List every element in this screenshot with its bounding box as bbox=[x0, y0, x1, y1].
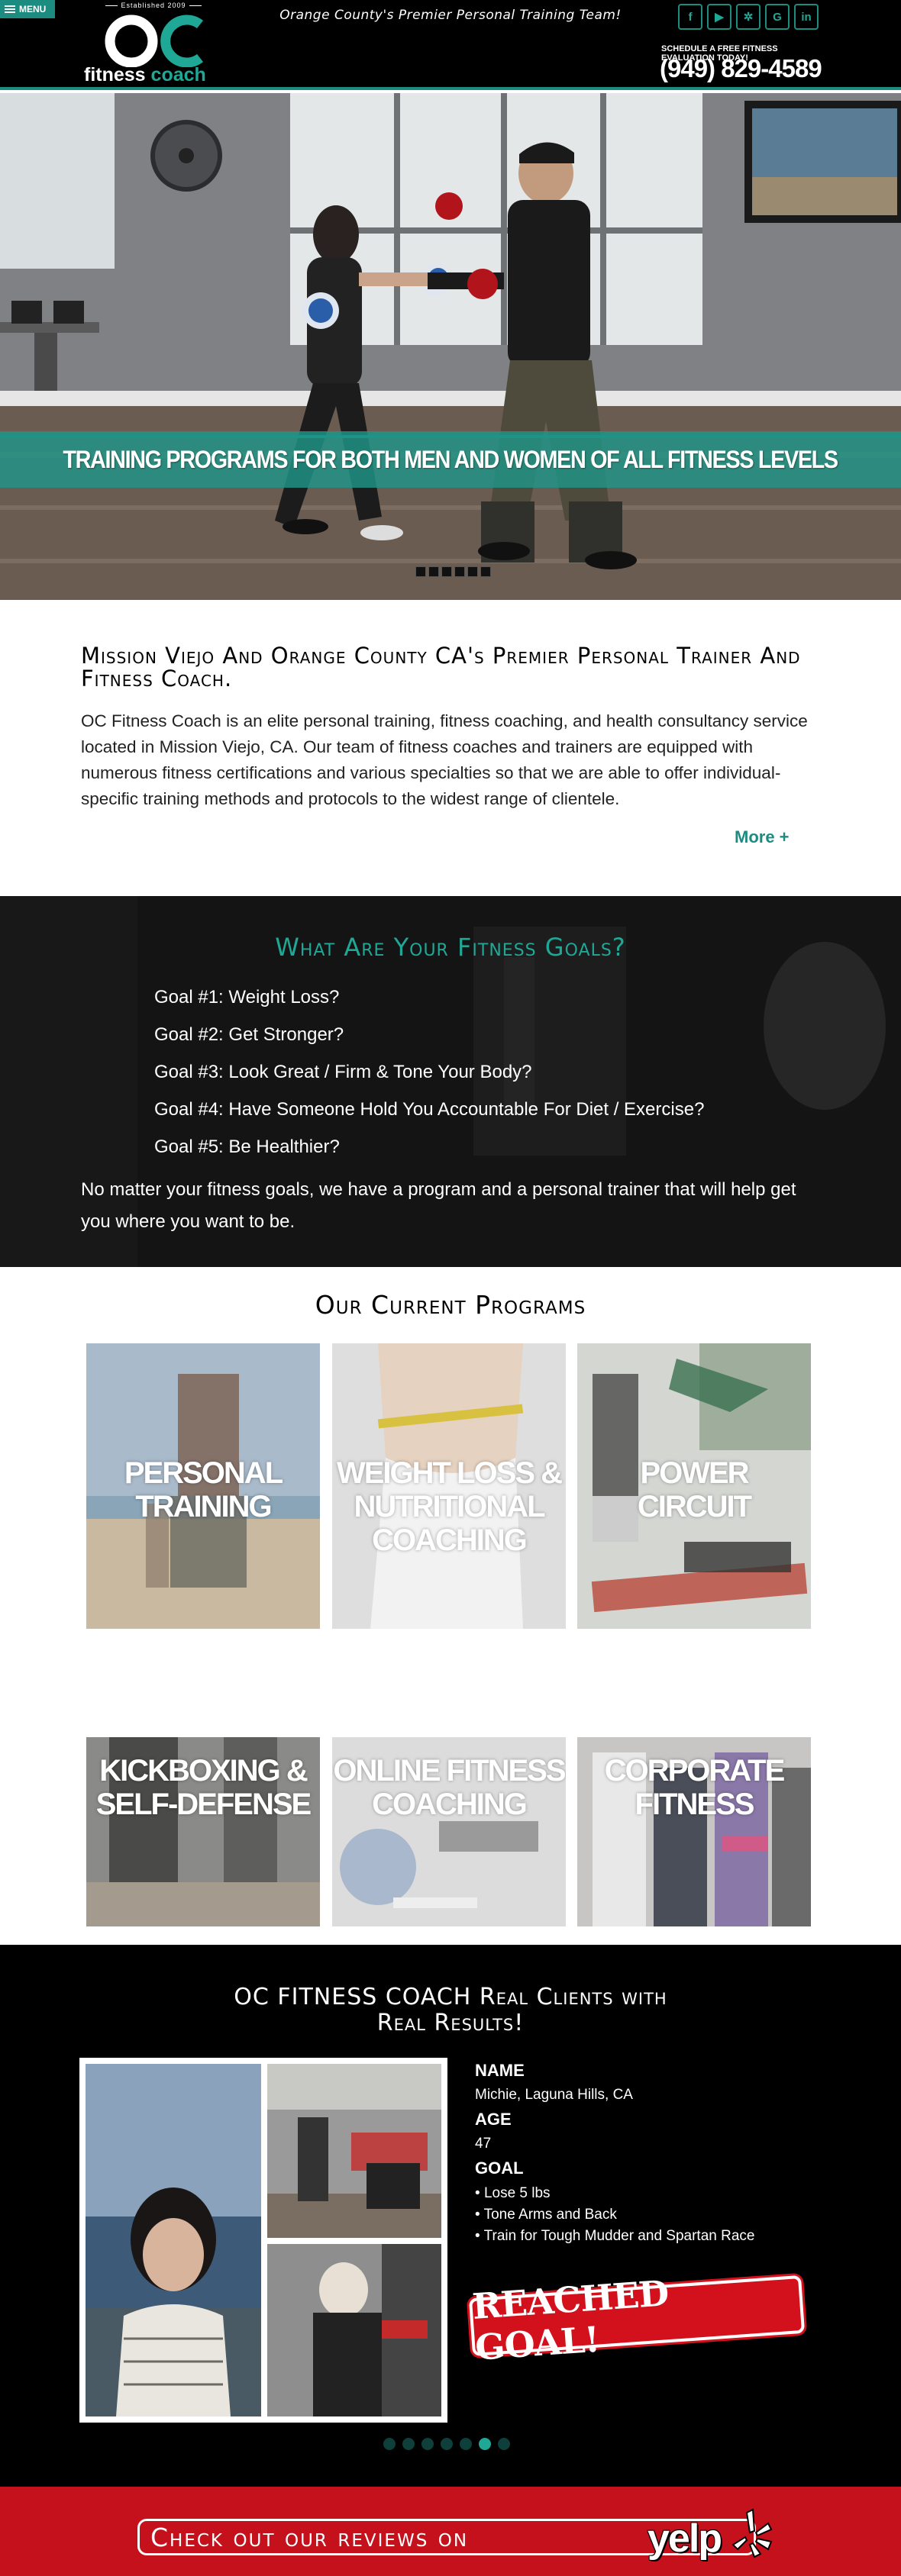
goals-list: Goal #1: Weight Loss? Goal #2: Get Stron… bbox=[154, 978, 704, 1165]
logo-wordmark: fitness coach bbox=[84, 64, 229, 86]
intro-heading: Mission Viejo And Orange County CA's Pre… bbox=[81, 643, 801, 692]
client-goal-item: Lose 5 lbs bbox=[475, 2183, 811, 2204]
intro-body: OC Fitness Coach is an elite personal tr… bbox=[81, 711, 808, 808]
yelp-logo-word: yelp bbox=[647, 2516, 722, 2561]
programs-section: Our Current Programs PERSONAL TRAINING W… bbox=[0, 1267, 901, 1945]
hero-slide-dot[interactable] bbox=[441, 566, 452, 577]
logo-word-coach: coach bbox=[145, 64, 206, 85]
program-tile-kickboxing[interactable]: KICKBOXING & SELF-DEFENSE bbox=[86, 1737, 320, 1926]
hamburger-icon bbox=[5, 4, 15, 15]
intro-section: Mission Viejo And Orange County CA's Pre… bbox=[0, 600, 901, 896]
programs-heading: Our Current Programs bbox=[315, 1290, 586, 1320]
program-tile-label: POWER CIRCUIT bbox=[637, 1456, 752, 1523]
program-tile-label: CORPORATE FITNESS bbox=[604, 1754, 786, 1821]
client-name-label: NAME bbox=[475, 2061, 525, 2080]
google-plus-icon[interactable]: G bbox=[765, 4, 790, 30]
phone-number[interactable]: (949) 829-4589 bbox=[660, 54, 828, 83]
hero-slide-dot[interactable] bbox=[480, 566, 491, 577]
goal-item: Goal #3: Look Great / Firm & Tone Your B… bbox=[154, 1062, 532, 1082]
logo-word-fitness: fitness bbox=[84, 64, 146, 85]
hero-slider: TRAINING PROGRAMS FOR BOTH MEN AND WOMEN… bbox=[0, 93, 901, 600]
client-name-value: Michie, Laguna Hills, CA bbox=[475, 2087, 633, 2103]
yelp-logo: yelp bbox=[647, 2508, 773, 2568]
reached-goal-text: REACHED GOAL! bbox=[470, 2272, 670, 2368]
logo-established: Established 2009 bbox=[96, 2, 211, 9]
hero-slide-dot[interactable] bbox=[428, 566, 439, 577]
program-tile-label: KICKBOXING & SELF-DEFENSE bbox=[95, 1754, 312, 1821]
hero-slide-dot[interactable] bbox=[415, 566, 426, 577]
hero-slide-dot[interactable] bbox=[467, 566, 478, 577]
client-workout-photo-1 bbox=[267, 2064, 441, 2238]
results-slide-dot-active[interactable] bbox=[479, 2438, 491, 2450]
youtube-icon[interactable]: ▶ bbox=[707, 4, 731, 30]
results-heading-line1: OC FITNESS COACH Real Clients with bbox=[234, 1984, 667, 2010]
client-info: NAME Michie, Laguna Hills, CA AGE 47 GOA… bbox=[475, 2055, 811, 2247]
program-tile-power-circuit[interactable]: POWER CIRCUIT bbox=[577, 1343, 811, 1629]
client-goal-item: Train for Tough Mudder and Spartan Race bbox=[475, 2226, 811, 2247]
tagline: Orange County's Premier Personal Trainin… bbox=[279, 8, 622, 23]
social-links: f ▶ ✲ G in bbox=[678, 4, 819, 30]
goals-closing: No matter your fitness goals, we have a … bbox=[81, 1179, 796, 1232]
yelp-reviews-banner[interactable]: Check out our reviews on yelp bbox=[0, 2487, 901, 2576]
results-slide-indicators bbox=[383, 2438, 510, 2450]
results-slide-dot[interactable] bbox=[383, 2438, 396, 2450]
client-goal-label: GOAL bbox=[475, 2158, 524, 2178]
goal-item: Goal #2: Get Stronger? bbox=[154, 1024, 344, 1045]
page: MENU Established 2009 fitness coach Oran… bbox=[0, 0, 901, 2576]
goal-item: Goal #4: Have Someone Hold You Accountab… bbox=[154, 1099, 705, 1120]
site-header: MENU Established 2009 fitness coach Oran… bbox=[0, 0, 901, 90]
results-section: OC FITNESS COACH Real Clients with Real … bbox=[0, 1945, 901, 2487]
results-slide-dot[interactable] bbox=[421, 2438, 434, 2450]
reached-goal-stamp: REACHED GOAL! bbox=[468, 2272, 806, 2368]
goal-item: Goal #5: Be Healthier? bbox=[154, 1136, 340, 1157]
more-link[interactable]: More + bbox=[735, 827, 790, 847]
client-age-label: AGE bbox=[475, 2110, 512, 2129]
program-tile-weight-loss[interactable]: WEIGHT LOSS & NUTRITIONAL COACHING bbox=[332, 1343, 566, 1629]
client-goal-item: Tone Arms and Back bbox=[475, 2204, 811, 2226]
program-tile-label: ONLINE FITNESS COACHING bbox=[333, 1754, 566, 1821]
results-heading: OC FITNESS COACH Real Clients with Real … bbox=[0, 1984, 901, 2036]
program-tile-personal-training[interactable]: PERSONAL TRAINING bbox=[86, 1343, 320, 1629]
program-tile-corporate-fitness[interactable]: CORPORATE FITNESS bbox=[577, 1737, 811, 1926]
program-tile-label: WEIGHT LOSS & NUTRITIONAL COACHING bbox=[337, 1456, 563, 1557]
client-portrait-photo bbox=[86, 2064, 261, 2416]
hero-slide-indicators bbox=[415, 566, 491, 577]
program-tile-label: PERSONAL TRAINING bbox=[124, 1456, 283, 1523]
yelp-burst-icon bbox=[731, 2508, 773, 2558]
hero-slide-dot[interactable] bbox=[454, 566, 465, 577]
results-slide-dot[interactable] bbox=[460, 2438, 472, 2450]
client-goal-list: Lose 5 lbs Tone Arms and Back Train for … bbox=[475, 2183, 811, 2247]
linkedin-icon[interactable]: in bbox=[794, 4, 819, 30]
yelp-small-icon[interactable]: ✲ bbox=[736, 4, 761, 30]
client-workout-photo-2 bbox=[267, 2244, 441, 2416]
goals-heading: What Are Your Fitness Goals? bbox=[275, 933, 626, 962]
client-age-value: 47 bbox=[475, 2136, 492, 2152]
oc-logo-mark bbox=[105, 15, 204, 67]
client-photo-collage bbox=[79, 2058, 447, 2423]
facebook-icon[interactable]: f bbox=[678, 4, 702, 30]
hero-banner-text: TRAINING PROGRAMS FOR BOTH MEN AND WOMEN… bbox=[63, 445, 839, 473]
results-slide-dot[interactable] bbox=[402, 2438, 415, 2450]
menu-label: MENU bbox=[19, 4, 47, 15]
menu-button[interactable]: MENU bbox=[0, 0, 55, 18]
program-tile-online-coaching[interactable]: ONLINE FITNESS COACHING bbox=[332, 1737, 566, 1926]
results-slide-dot[interactable] bbox=[498, 2438, 510, 2450]
yelp-cta-text: Check out our reviews on bbox=[150, 2522, 469, 2552]
goal-item: Goal #1: Weight Loss? bbox=[154, 987, 340, 1008]
hero-image bbox=[0, 93, 901, 600]
results-slide-dot[interactable] bbox=[441, 2438, 453, 2450]
results-heading-line2: Real Results! bbox=[376, 2010, 525, 2036]
site-logo[interactable]: Established 2009 fitness coach bbox=[81, 2, 229, 86]
goals-section: What Are Your Fitness Goals? Goal #1: We… bbox=[0, 896, 901, 1267]
hero-banner: TRAINING PROGRAMS FOR BOTH MEN AND WOMEN… bbox=[0, 431, 901, 488]
